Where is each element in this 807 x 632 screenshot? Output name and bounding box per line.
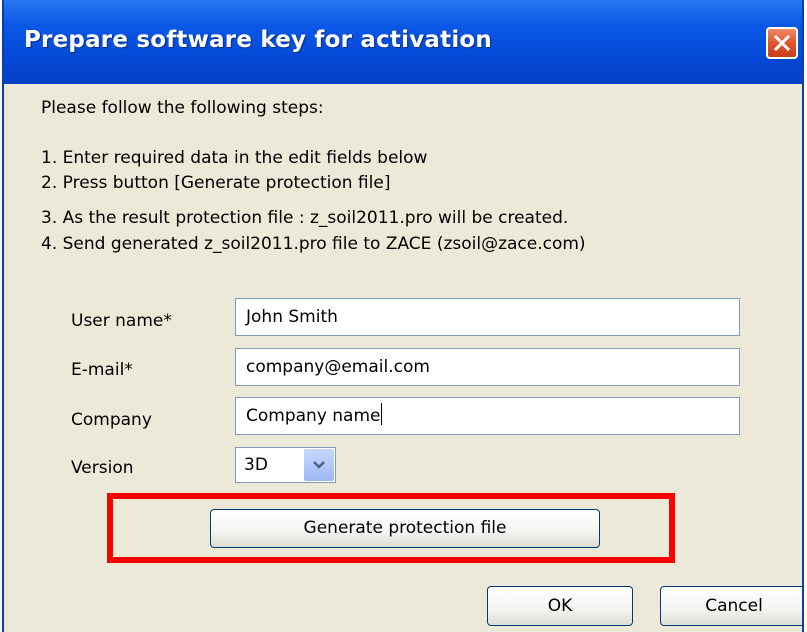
user-name-label: User name* bbox=[71, 311, 172, 331]
email-field[interactable]: company@email.com bbox=[235, 348, 740, 386]
company-value: Company name bbox=[246, 406, 381, 426]
dialog-body: Please follow the following steps: 1. En… bbox=[4, 84, 802, 632]
cancel-button[interactable]: Cancel bbox=[660, 586, 802, 626]
version-label: Version bbox=[71, 458, 134, 478]
user-name-value: John Smith bbox=[246, 307, 338, 327]
email-value: company@email.com bbox=[246, 357, 430, 377]
chevron-down-icon bbox=[313, 461, 325, 469]
version-dropdown-button[interactable] bbox=[304, 449, 334, 481]
instruction-step: 2. Press button [Generate protection fil… bbox=[41, 173, 391, 193]
user-name-field[interactable]: John Smith bbox=[235, 298, 740, 336]
instruction-step: 1. Enter required data in the edit field… bbox=[41, 148, 428, 168]
dialog-title: Prepare software key for activation bbox=[24, 27, 492, 53]
version-select[interactable]: 3D bbox=[235, 447, 336, 483]
company-label: Company bbox=[71, 410, 152, 430]
generate-protection-file-button[interactable]: Generate protection file bbox=[210, 509, 600, 548]
instruction-step: 3. As the result protection file : z_soi… bbox=[41, 208, 569, 228]
instructions-intro: Please follow the following steps: bbox=[41, 98, 324, 118]
version-value: 3D bbox=[244, 455, 268, 475]
text-caret bbox=[380, 403, 382, 425]
title-bar[interactable]: Prepare software key for activation bbox=[4, 0, 802, 84]
activation-dialog: Prepare software key for activation Plea… bbox=[2, 0, 804, 632]
company-field[interactable]: Company name bbox=[235, 397, 740, 435]
instruction-step: 4. Send generated z_soil2011.pro file to… bbox=[41, 234, 586, 254]
email-label: E-mail* bbox=[71, 360, 133, 380]
close-button[interactable] bbox=[766, 27, 798, 59]
close-icon bbox=[773, 34, 791, 52]
ok-button[interactable]: OK bbox=[487, 586, 633, 626]
